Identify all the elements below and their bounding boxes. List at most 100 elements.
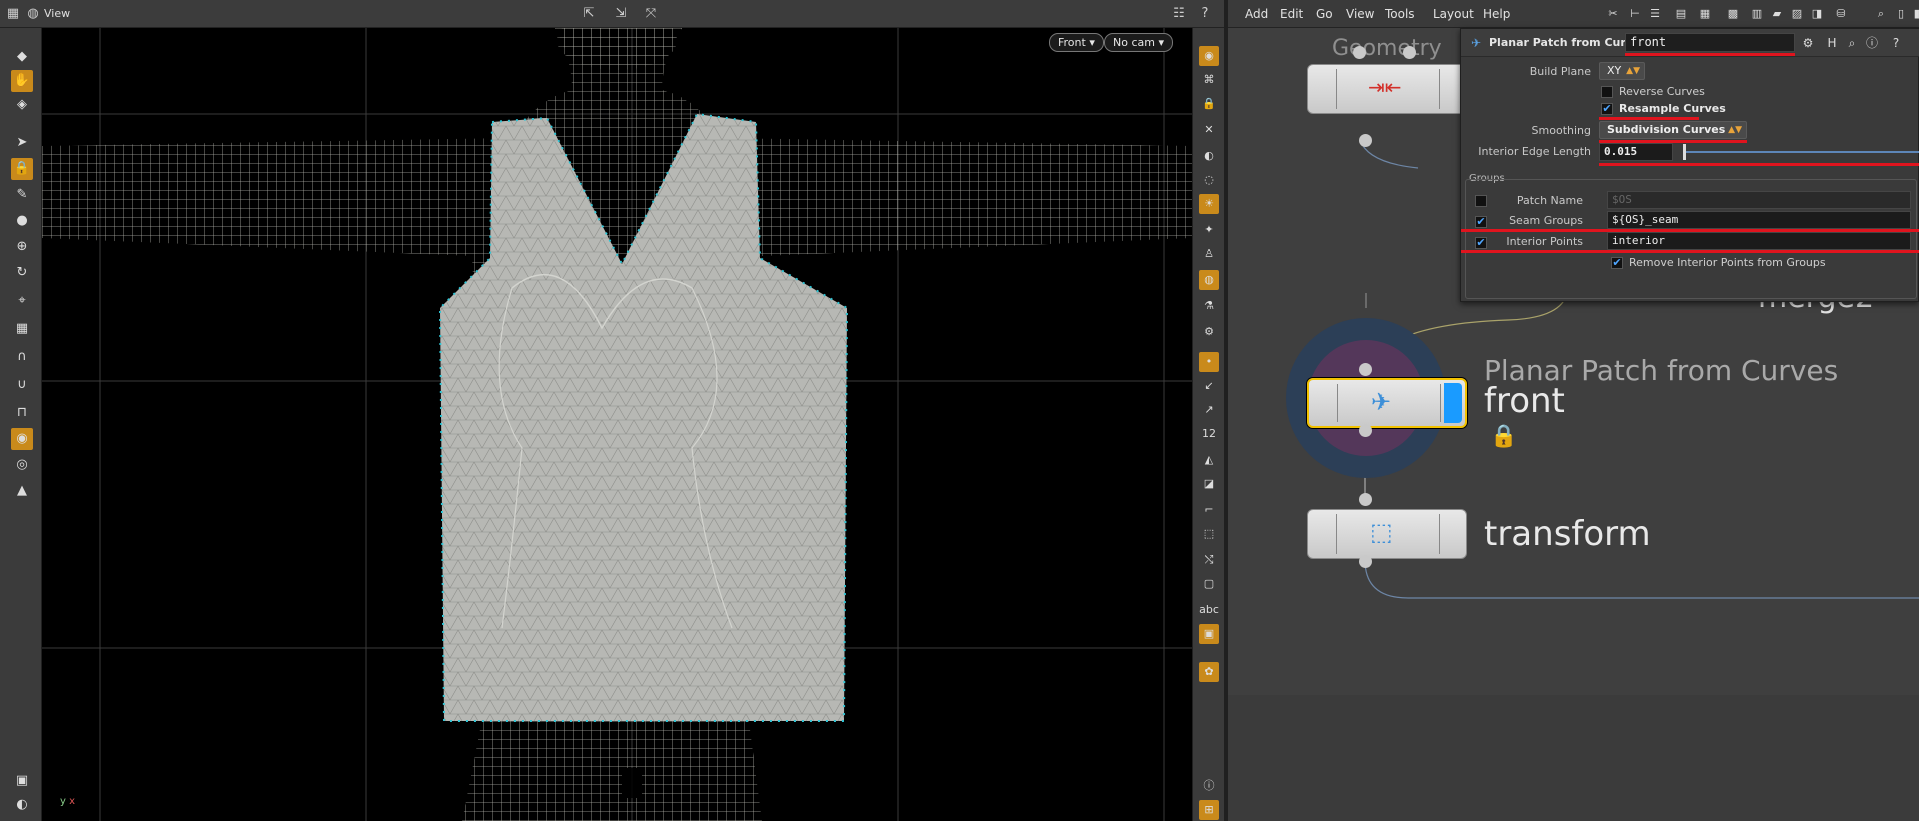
- node-name-field[interactable]: front: [1625, 33, 1795, 52]
- prim-display-icon[interactable]: ◭: [1199, 450, 1219, 470]
- rotate-icon[interactable]: ↻: [11, 262, 33, 284]
- slider-handle[interactable]: [1683, 144, 1686, 160]
- display-icon[interactable]: ◎: [11, 454, 33, 476]
- handle-icon[interactable]: ⊕: [11, 236, 33, 258]
- text-display-icon[interactable]: abc: [1199, 600, 1219, 620]
- patch-name-field[interactable]: $OS: [1607, 191, 1911, 209]
- node-lock-icon[interactable]: 🔒: [1490, 424, 1517, 449]
- flipbook-icon[interactable]: ◐: [11, 794, 33, 816]
- resample-curves-checkbox[interactable]: ✔: [1601, 103, 1613, 115]
- interior-edge-length-slider[interactable]: [1683, 151, 1919, 153]
- lighting-icon[interactable]: ☀: [1199, 194, 1219, 214]
- render-region-icon[interactable]: ⚙: [1199, 322, 1219, 342]
- node-input-port[interactable]: [1359, 493, 1372, 506]
- camera-icon[interactable]: ◉: [11, 428, 33, 450]
- node-input-port[interactable]: [1359, 363, 1372, 376]
- display-options-icon[interactable]: ☷: [1170, 5, 1188, 23]
- tools-icon[interactable]: ✂: [1606, 7, 1620, 21]
- paint-icon[interactable]: ✎: [11, 184, 33, 206]
- reverse-curves-checkbox[interactable]: [1601, 86, 1613, 98]
- shape-icon[interactable]: ◨: [1810, 7, 1824, 21]
- snap-grid-icon[interactable]: ⊓: [11, 402, 33, 424]
- normal-display-icon[interactable]: ↗: [1199, 400, 1219, 420]
- interior-points-field[interactable]: interior: [1607, 232, 1911, 250]
- network-box-icon[interactable]: ▥: [1750, 7, 1764, 21]
- uv-icon[interactable]: ⌐: [1199, 500, 1219, 520]
- pose-tool-icon[interactable]: ◈: [11, 94, 33, 116]
- node-fuse[interactable]: ⇥⇤: [1307, 64, 1467, 114]
- close-view-icon[interactable]: ✕: [1199, 120, 1219, 140]
- view-mode-icon[interactable]: ◧: [1912, 7, 1919, 21]
- select-tool-icon[interactable]: ◆: [11, 46, 33, 68]
- node-transform[interactable]: ⬚: [1307, 509, 1467, 559]
- note-icon[interactable]: ▰: [1770, 7, 1784, 21]
- pointer-icon[interactable]: ➤: [11, 132, 33, 154]
- snapshot-icon[interactable]: ▣: [1199, 624, 1219, 644]
- display-flag[interactable]: [1444, 383, 1462, 423]
- menu-go[interactable]: Go: [1316, 7, 1333, 21]
- menu-layout[interactable]: Layout: [1433, 7, 1474, 21]
- info-icon[interactable]: ⓘ: [1199, 776, 1219, 796]
- display-mode-icon[interactable]: ◉: [1199, 46, 1219, 66]
- bulb-icon[interactable]: ✦: [1199, 220, 1219, 240]
- bookmark-icon[interactable]: ▯: [1894, 7, 1908, 21]
- ghost-icon[interactable]: ◌: [1199, 170, 1219, 190]
- visualize-icon[interactable]: ⚗: [1199, 296, 1219, 316]
- view-select-button[interactable]: Front ▾: [1049, 33, 1104, 52]
- seam-groups-field[interactable]: ${OS}_seam: [1607, 211, 1911, 229]
- info-icon[interactable]: ⓘ: [1865, 36, 1879, 50]
- hda-icon[interactable]: H: [1825, 36, 1839, 50]
- magnet-icon[interactable]: ∩: [11, 346, 33, 368]
- layout-grid-icon[interactable]: ⊞: [1199, 800, 1219, 820]
- handle-mode-icon[interactable]: ⤧: [642, 5, 660, 23]
- search-param-icon[interactable]: ⌕: [1845, 36, 1859, 50]
- camera-select-button[interactable]: No cam ▾: [1104, 33, 1173, 52]
- node-output-port[interactable]: [1359, 424, 1372, 437]
- normal-icon[interactable]: ↙: [1199, 376, 1219, 396]
- menu-edit[interactable]: Edit: [1280, 7, 1303, 21]
- shaded-mode-icon[interactable]: ◍: [1199, 270, 1219, 290]
- person-icon[interactable]: ♙: [1199, 244, 1219, 264]
- interior-edge-length-field[interactable]: 0.015: [1599, 143, 1673, 161]
- node-input-port[interactable]: [1353, 46, 1366, 59]
- image-icon[interactable]: ▨: [1790, 7, 1804, 21]
- list-view-icon[interactable]: ☰: [1648, 7, 1662, 21]
- node-input-port[interactable]: [1403, 46, 1416, 59]
- pane-menu-icon[interactable]: ▦: [4, 5, 22, 23]
- camera-lock-icon[interactable]: ⌘: [1199, 70, 1219, 90]
- node-planar-patch-front[interactable]: ✈: [1307, 378, 1467, 428]
- bounding-box-icon[interactable]: ⬚: [1199, 524, 1219, 544]
- vector-icon[interactable]: ⤭: [1199, 550, 1219, 570]
- color-palette-icon[interactable]: ▩: [1726, 7, 1740, 21]
- measure-icon[interactable]: ⌖: [11, 290, 33, 312]
- render-icon[interactable]: ▣: [11, 770, 33, 792]
- interior-points-toggle[interactable]: ✔: [1475, 237, 1487, 249]
- gear-icon[interactable]: ⚙: [1801, 36, 1815, 50]
- menu-view[interactable]: View: [1346, 7, 1374, 21]
- grid-view-icon[interactable]: ▦: [1698, 7, 1712, 21]
- lock-icon[interactable]: 🔒: [11, 158, 33, 180]
- menu-add[interactable]: Add: [1245, 7, 1268, 21]
- view-tool-icon[interactable]: ✋: [11, 70, 33, 92]
- sculpt-icon[interactable]: ●: [11, 210, 33, 232]
- node-output-port[interactable]: [1359, 134, 1372, 147]
- hull-icon[interactable]: ◪: [1199, 474, 1219, 494]
- build-plane-menu[interactable]: XY ▲▼: [1599, 62, 1645, 80]
- select-mode-icon[interactable]: ⇱: [580, 5, 598, 23]
- help-icon[interactable]: ?: [1196, 5, 1214, 23]
- marker-icon[interactable]: ✿: [1199, 662, 1219, 682]
- point-display-icon[interactable]: •: [1199, 352, 1219, 372]
- transform-mode-icon[interactable]: ⇲: [612, 5, 630, 23]
- storage-icon[interactable]: ⛁: [1834, 7, 1848, 21]
- sticky-note-icon[interactable]: ▤: [1674, 7, 1688, 21]
- patch-name-toggle[interactable]: [1475, 195, 1487, 207]
- node-output-port[interactable]: [1359, 555, 1372, 568]
- lock-camera-icon[interactable]: 🔒: [1199, 94, 1219, 114]
- search-icon[interactable]: ⌕: [1874, 7, 1888, 21]
- background-icon[interactable]: ◐: [1199, 146, 1219, 166]
- menu-help[interactable]: Help: [1483, 7, 1510, 21]
- 3d-viewport[interactable]: Front ▾ No cam ▾ y x: [42, 28, 1192, 821]
- point-numbers-icon[interactable]: 12: [1199, 424, 1219, 444]
- light-icon[interactable]: ▲: [11, 480, 33, 502]
- help-icon[interactable]: ?: [1889, 36, 1903, 50]
